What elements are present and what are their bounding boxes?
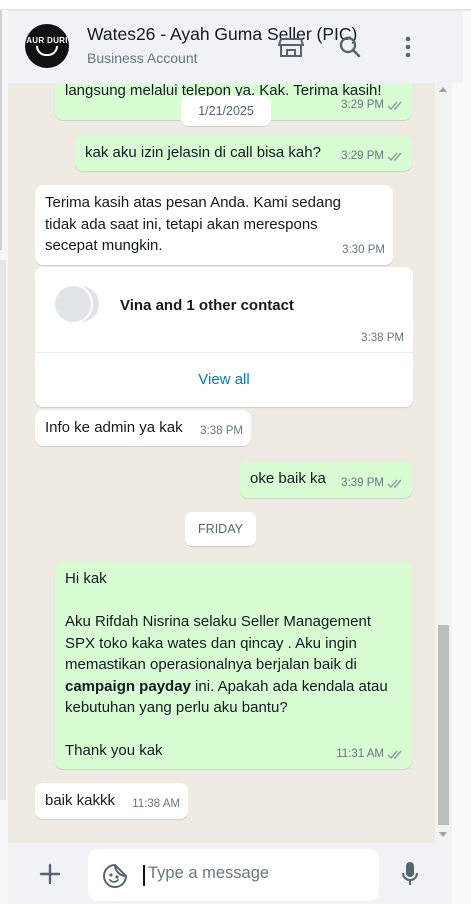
view-all-button[interactable]: View all xyxy=(35,352,413,407)
date-pill-label: 1/21/2025 xyxy=(198,104,254,118)
message-bubble-incoming[interactable]: baik kakkk 11:38 AM xyxy=(35,783,188,819)
store-icon[interactable] xyxy=(277,33,305,61)
read-ticks-icon xyxy=(387,152,402,161)
date-pill: 1/21/2025 xyxy=(181,96,271,126)
chat-header[interactable]: AUR DURI Wates26 - Ayah Guma Seller (PIC… xyxy=(8,11,463,83)
read-ticks-icon xyxy=(387,479,402,488)
chat-subtitle: Business Account xyxy=(87,50,198,66)
text-caret xyxy=(143,865,145,886)
message-composer: Type a message xyxy=(8,843,452,904)
scroll-up-icon[interactable] xyxy=(439,87,447,92)
message-bubble-outgoing[interactable]: kak aku izin jelasin di call bisa kah? 3… xyxy=(75,135,412,171)
message-text: Info ke admin ya kak xyxy=(45,419,183,436)
message-input-placeholder: Type a message xyxy=(148,864,270,882)
message-text: oke baik ka xyxy=(250,470,326,487)
read-ticks-icon xyxy=(387,750,402,759)
chat-title[interactable]: Wates26 - Ayah Guma Seller (PIC) xyxy=(87,24,357,45)
message-bubble-incoming[interactable]: Terima kasih atas pesan Anda. Kami sedan… xyxy=(35,185,393,265)
left-panel-edge xyxy=(0,10,8,904)
message-text: Terima kasih atas pesan Anda. Kami sedan… xyxy=(45,194,342,254)
date-pill: FRIDAY xyxy=(185,512,256,546)
message-time: 3:38 PM xyxy=(200,424,243,437)
date-pill-label: FRIDAY xyxy=(198,522,243,536)
menu-icon[interactable] xyxy=(394,33,422,61)
message-time: 3:30 PM xyxy=(342,243,385,256)
right-panel-edge xyxy=(452,11,471,904)
message-text: kak aku izin jelasin di call bisa kah? xyxy=(85,144,321,161)
bold-text: campaign payday xyxy=(65,677,191,695)
avatar-logo-mark xyxy=(36,46,58,56)
whatsapp-window: AUR DURI Wates26 - Ayah Guma Seller (PIC… xyxy=(0,0,471,904)
contact-card-message[interactable]: Vina and 1 other contact 3:38 PM View al… xyxy=(35,267,413,407)
top-edge xyxy=(0,0,471,10)
message-text: baik kakkk xyxy=(45,792,116,809)
read-ticks-icon xyxy=(387,101,402,110)
contact-card-title: Vina and 1 other contact xyxy=(120,297,294,314)
message-time: 11:31 AM xyxy=(336,747,384,760)
message-time: 3:29 PM xyxy=(341,149,384,162)
contact-avatar xyxy=(53,284,93,324)
message-bubble-outgoing[interactable]: oke baik ka 3:39 PM xyxy=(240,461,412,498)
avatar[interactable]: AUR DURI xyxy=(25,24,69,68)
microphone-icon[interactable] xyxy=(396,860,424,888)
chat-scrollbar[interactable] xyxy=(435,83,452,843)
scroll-down-icon[interactable] xyxy=(439,832,447,837)
attach-plus-icon[interactable] xyxy=(36,860,64,888)
message-bubble-incoming[interactable]: Info ke admin ya kak 3:38 PM xyxy=(35,410,251,446)
message-time: 3:29 PM xyxy=(341,98,384,111)
avatar-text: AUR DURI xyxy=(26,36,68,45)
scrollbar-thumb[interactable] xyxy=(438,625,449,825)
sticker-icon[interactable] xyxy=(102,863,128,889)
message-bubble-outgoing[interactable]: Hi kak Aku Rifdah Nisrina selaku Seller … xyxy=(55,562,412,769)
message-time: 11:38 AM xyxy=(132,797,180,810)
message-time: 3:38 PM xyxy=(361,332,404,344)
message-list[interactable]: langsung melalui telepon ya. Kak. Terima… xyxy=(8,83,435,843)
search-icon[interactable] xyxy=(336,33,364,61)
message-text: Hi kak Aku Rifdah Nisrina selaku Seller … xyxy=(65,570,388,759)
message-input[interactable]: Type a message xyxy=(88,849,379,901)
message-time: 3:39 PM xyxy=(341,476,384,489)
